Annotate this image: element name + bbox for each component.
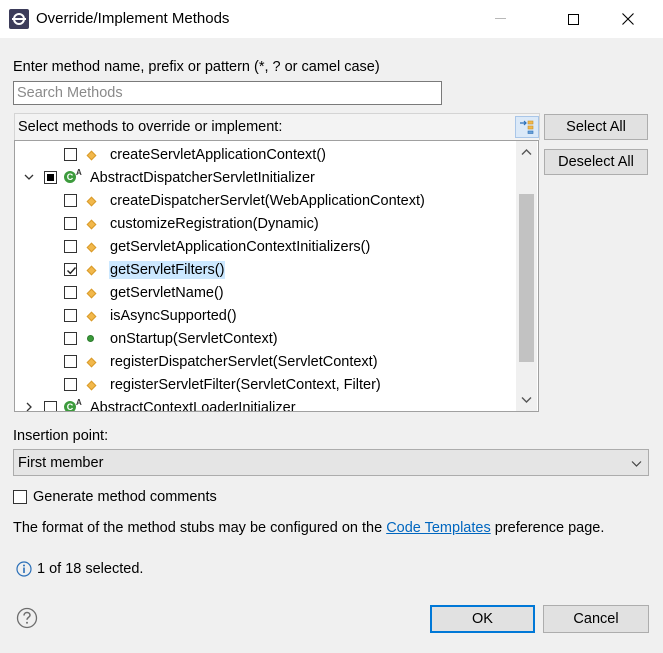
insertion-point-select[interactable]: First member — [13, 449, 649, 476]
method-label: getServletFilters() — [109, 261, 226, 279]
help-icon[interactable] — [16, 607, 38, 629]
method-label: createDispatcherServlet(WebApplicationCo… — [110, 193, 425, 209]
list-header: Select methods to override or implement: — [14, 113, 540, 140]
protected-method-icon — [86, 311, 97, 322]
tree-row[interactable]: createDispatcherServlet(WebApplicationCo… — [15, 190, 515, 212]
scroll-up-icon[interactable] — [521, 147, 532, 158]
tree-row[interactable]: getServletName() — [15, 282, 515, 304]
protected-method-icon — [86, 196, 97, 207]
row-checkbox[interactable] — [64, 355, 77, 368]
vertical-scrollbar[interactable] — [516, 141, 537, 411]
tree-row[interactable]: isAsyncSupported() — [15, 305, 515, 327]
protected-method-icon — [86, 150, 97, 161]
generate-comments-label[interactable]: Generate method comments — [33, 489, 217, 505]
deselect-all-button[interactable]: Deselect All — [544, 149, 648, 175]
row-checkbox[interactable] — [44, 401, 57, 411]
maximize-icon — [567, 13, 579, 25]
minimize-icon — [494, 18, 506, 19]
minimize-button[interactable] — [477, 0, 523, 38]
tree-row[interactable]: registerServletFilter(ServletContext, Fi… — [15, 374, 515, 396]
row-checkbox[interactable] — [64, 286, 77, 299]
row-checkbox[interactable] — [64, 240, 77, 253]
selection-status: 1 of 18 selected. — [37, 561, 144, 577]
chevron-right-icon[interactable] — [24, 402, 34, 412]
chevron-down-icon — [631, 461, 642, 467]
list-header-label: Select methods to override or implement: — [18, 119, 283, 135]
tree-row[interactable]: getServletApplicationContextInitializers… — [15, 236, 515, 258]
method-label: registerServletFilter(ServletContext, Fi… — [110, 377, 381, 393]
method-label: isAsyncSupported() — [110, 308, 237, 324]
tree-row[interactable]: customizeRegistration(Dynamic) — [15, 213, 515, 235]
row-checkbox[interactable] — [44, 171, 57, 184]
search-input[interactable] — [14, 82, 437, 104]
tree-row[interactable]: getServletFilters() — [15, 259, 515, 281]
public-method-icon — [87, 335, 94, 342]
row-checkbox[interactable] — [64, 148, 77, 161]
format-prefix: The format of the method stubs may be co… — [13, 520, 387, 536]
select-all-button[interactable]: Select All — [544, 114, 648, 140]
scrollbar-thumb[interactable] — [519, 194, 534, 362]
method-label: getServletName() — [110, 285, 224, 301]
methods-tree[interactable]: createServletApplicationContext() CA Abs… — [14, 140, 539, 412]
method-label: createServletApplicationContext() — [110, 147, 326, 163]
cancel-button[interactable]: Cancel — [543, 605, 649, 633]
tree-row[interactable]: CA AbstractDispatcherServletInitializer — [15, 167, 515, 189]
tree-row[interactable]: CA AbstractContextLoaderInitializer — [15, 397, 515, 412]
row-checkbox[interactable] — [64, 332, 77, 345]
insertion-point-label: Insertion point: — [13, 428, 109, 444]
tree-row[interactable]: createServletApplicationContext() — [15, 144, 515, 166]
search-field[interactable] — [13, 81, 442, 105]
protected-method-icon — [86, 288, 97, 299]
ok-button[interactable]: OK — [430, 605, 535, 633]
method-label: getServletApplicationContextInitializers… — [110, 239, 371, 255]
protected-method-icon — [86, 242, 97, 253]
insertion-point-value: First member — [18, 455, 104, 471]
close-button[interactable] — [605, 0, 651, 38]
protected-method-icon — [86, 357, 97, 368]
protected-method-icon — [86, 380, 97, 391]
checkmark-icon — [67, 267, 77, 275]
abstract-class-icon: CA — [64, 398, 82, 411]
class-label: AbstractContextLoaderInitializer — [90, 400, 296, 412]
protected-method-icon — [86, 265, 97, 276]
row-checkbox[interactable] — [64, 217, 77, 230]
sort-by-type-icon — [520, 120, 534, 134]
method-label: onStartup(ServletContext) — [110, 331, 278, 347]
protected-method-icon — [86, 219, 97, 230]
format-note: The format of the method stubs may be co… — [13, 520, 604, 536]
row-checkbox[interactable] — [64, 194, 77, 207]
title-bar: Override/Implement Methods — [0, 0, 663, 38]
search-prompt: Enter method name, prefix or pattern (*,… — [13, 59, 380, 75]
class-label: AbstractDispatcherServletInitializer — [90, 170, 315, 186]
row-checkbox[interactable] — [64, 263, 77, 276]
maximize-button[interactable] — [550, 0, 596, 38]
close-icon — [622, 13, 634, 25]
method-label: registerDispatcherServlet(ServletContext… — [110, 354, 378, 370]
sort-by-type-button[interactable] — [515, 116, 539, 138]
row-checkbox[interactable] — [64, 378, 77, 391]
format-suffix: preference page. — [490, 520, 605, 536]
method-label: customizeRegistration(Dynamic) — [110, 216, 319, 232]
info-icon — [16, 561, 32, 577]
scroll-down-icon[interactable] — [521, 394, 532, 405]
chevron-down-icon[interactable] — [24, 172, 34, 182]
abstract-class-icon: CA — [64, 168, 82, 185]
eclipse-icon — [9, 9, 29, 29]
window-title: Override/Implement Methods — [36, 10, 230, 27]
tree-row[interactable]: registerDispatcherServlet(ServletContext… — [15, 351, 515, 373]
tree-row[interactable]: onStartup(ServletContext) — [15, 328, 515, 350]
generate-comments-checkbox[interactable] — [13, 490, 27, 504]
code-templates-link[interactable]: Code Templates — [386, 520, 491, 536]
row-checkbox[interactable] — [64, 309, 77, 322]
